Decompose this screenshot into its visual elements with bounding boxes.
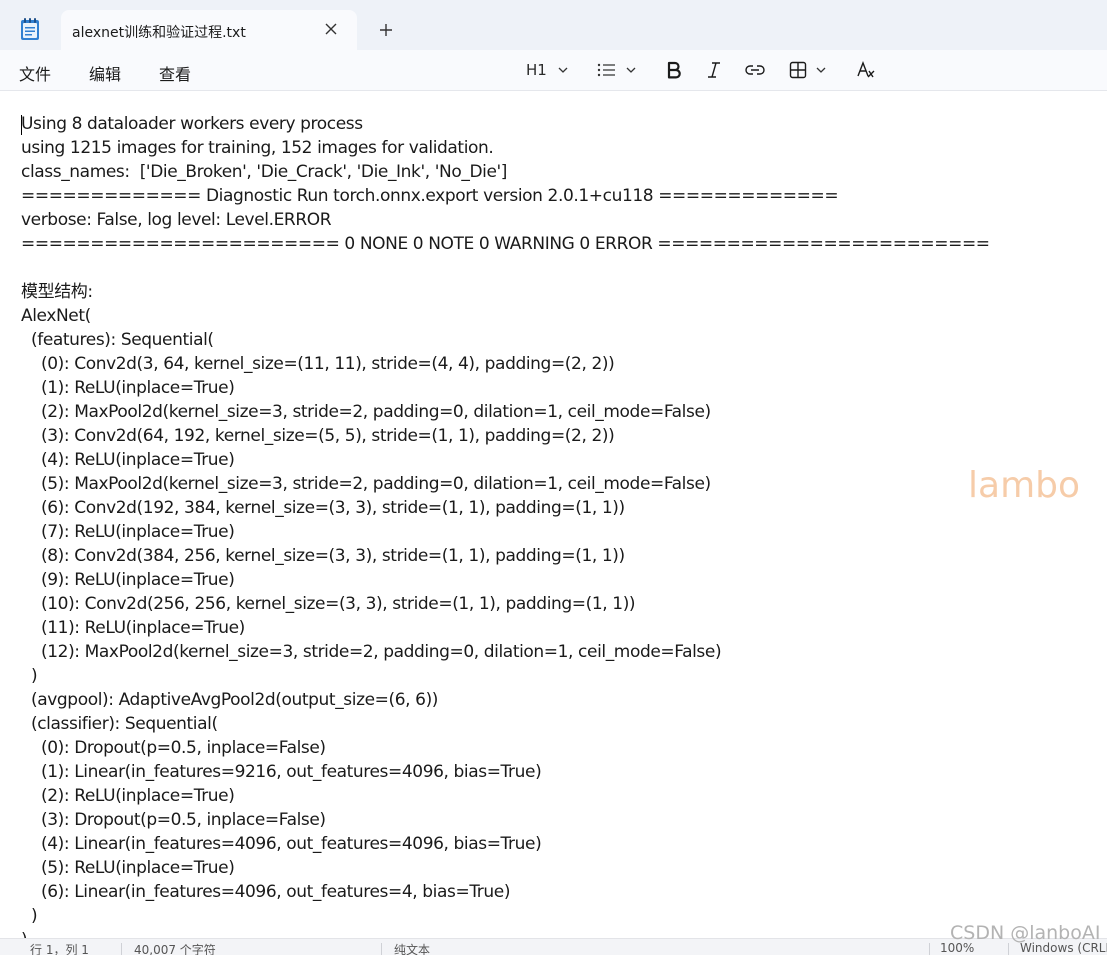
link-icon	[745, 65, 765, 75]
csdn-watermark: CSDN @lanboAI	[950, 922, 1101, 944]
table-dropdown[interactable]	[789, 58, 827, 82]
notepad-app-icon[interactable]	[19, 17, 41, 41]
status-bar: 行 1，列 1 40,007 个字符 纯文本 100% Windows (CRL…	[0, 938, 1107, 955]
list-icon	[597, 63, 615, 77]
status-divider	[929, 943, 930, 955]
bold-icon	[667, 61, 681, 79]
status-format[interactable]: 纯文本	[394, 941, 430, 955]
heading-dropdown[interactable]: H1	[526, 58, 569, 82]
close-tab-icon[interactable]	[323, 21, 339, 37]
link-button[interactable]	[744, 58, 766, 82]
clear-format-button[interactable]	[856, 58, 876, 82]
status-divider	[381, 943, 382, 955]
tab-document[interactable]: alexnet训练和验证过程.txt	[61, 10, 357, 50]
text-caret	[21, 115, 22, 135]
status-divider	[121, 943, 122, 955]
document-content[interactable]: Using 8 dataloader workers every process…	[21, 112, 990, 938]
status-char-count: 40,007 个字符	[134, 943, 216, 955]
clear-format-icon	[857, 61, 875, 78]
menu-bar: 文件 编辑 查看 H1	[0, 50, 1107, 91]
heading-label: H1	[526, 61, 547, 79]
italic-icon	[708, 62, 720, 78]
chevron-down-icon	[816, 67, 826, 73]
new-tab-icon[interactable]	[378, 22, 394, 38]
tab-title: alexnet训练和验证过程.txt	[72, 25, 246, 41]
text-editor[interactable]: Using 8 dataloader workers every process…	[0, 91, 1107, 938]
italic-button[interactable]	[706, 58, 722, 82]
title-bar: alexnet训练和验证过程.txt	[0, 0, 1107, 50]
status-divider	[1008, 943, 1009, 955]
list-dropdown[interactable]	[597, 58, 637, 82]
menu-edit[interactable]: 编辑	[89, 61, 121, 85]
lambo-watermark: lambo	[968, 465, 1081, 506]
menu-view[interactable]: 查看	[159, 61, 191, 85]
menu-file[interactable]: 文件	[19, 61, 51, 85]
status-cursor-position[interactable]: 行 1，列 1	[30, 941, 89, 955]
chevron-down-icon	[558, 67, 568, 73]
chevron-down-icon	[626, 67, 636, 73]
table-icon	[789, 61, 807, 79]
bold-button[interactable]	[666, 58, 682, 82]
